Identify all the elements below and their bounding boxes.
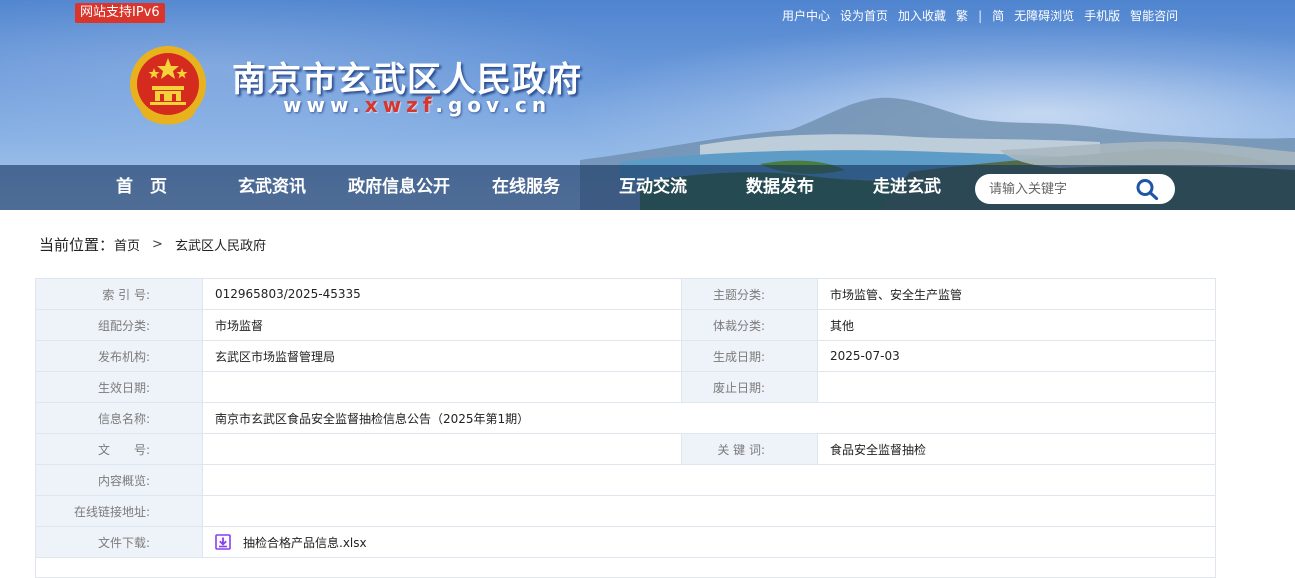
breadcrumb: 当前位置： 首页 > 玄武区人民政府 xyxy=(39,233,266,255)
traditional-chinese-link[interactable]: 繁 xyxy=(956,7,968,25)
created-date-label: 生成日期: xyxy=(681,340,818,372)
nav-item-data-release[interactable]: 数据发布 xyxy=(746,165,814,210)
table-row: 文 号: 关 键 词: 食品安全监督抽检 xyxy=(35,433,1216,465)
index-value: 012965803/2025-45335 xyxy=(202,278,682,310)
nav-item-about-xuanwu[interactable]: 走进玄武 xyxy=(873,165,941,210)
smart-consult-link[interactable]: 智能咨问 xyxy=(1130,7,1178,25)
info-table: 索 引 号: 012965803/2025-45335 主题分类: 市场监管、安… xyxy=(35,278,1216,578)
genre-label: 体裁分类: xyxy=(681,309,818,341)
topic-value: 市场监管、安全生产监管 xyxy=(817,278,1216,310)
group-value: 市场监督 xyxy=(202,309,682,341)
user-center-link[interactable]: 用户中心 xyxy=(782,7,830,25)
search-input[interactable] xyxy=(989,174,1139,204)
simplified-chinese-link[interactable]: 简 xyxy=(992,7,1004,25)
link-separator: | xyxy=(978,9,983,23)
expire-date-label: 废止日期: xyxy=(681,371,818,403)
ipv6-badge: 网站支持IPv6 xyxy=(75,3,165,23)
nav-item-news[interactable]: 玄武资讯 xyxy=(238,165,306,210)
publisher-value: 玄武区市场监督管理局 xyxy=(202,340,682,372)
breadcrumb-arrow-icon: > xyxy=(152,236,163,252)
table-row: 组配分类: 市场监督 体裁分类: 其他 xyxy=(35,309,1216,341)
nav-item-online-service[interactable]: 在线服务 xyxy=(492,165,560,210)
site-url: www.xwzf.gov.cn xyxy=(283,93,551,117)
doc-number-value xyxy=(202,433,682,465)
national-emblem-icon xyxy=(130,46,206,125)
nav-item-gov-info[interactable]: 政府信息公开 xyxy=(348,165,450,210)
keywords-value: 食品安全监督抽检 xyxy=(817,433,1216,465)
topic-label: 主题分类: xyxy=(681,278,818,310)
table-row: 索 引 号: 012965803/2025-45335 主题分类: 市场监管、安… xyxy=(35,278,1216,310)
summary-value xyxy=(202,464,1216,496)
publisher-label: 发布机构: xyxy=(35,340,203,372)
summary-label: 内容概览: xyxy=(35,464,203,496)
table-footer-cell xyxy=(35,557,1216,578)
breadcrumb-home-link[interactable]: 首页 xyxy=(114,235,140,254)
nav-item-interaction[interactable]: 互动交流 xyxy=(619,165,687,210)
online-link-label: 在线链接地址: xyxy=(35,495,203,527)
index-label: 索 引 号: xyxy=(35,278,203,310)
table-row: 发布机构: 玄武区市场监督管理局 生成日期: 2025-07-03 xyxy=(35,340,1216,372)
search-box xyxy=(975,174,1175,204)
table-row: 文件下载: 抽检合格产品信息.xlsx xyxy=(35,526,1216,558)
table-row: 在线链接地址: xyxy=(35,495,1216,527)
set-homepage-link[interactable]: 设为首页 xyxy=(840,7,888,25)
info-name-label: 信息名称: xyxy=(35,402,203,434)
accessibility-link[interactable]: 无障碍浏览 xyxy=(1014,7,1074,25)
download-icon[interactable] xyxy=(215,533,231,550)
nav-item-home[interactable]: 首 页 xyxy=(116,165,167,210)
group-label: 组配分类: xyxy=(35,309,203,341)
table-row: 内容概览: xyxy=(35,464,1216,496)
site-url-suffix: .gov.cn xyxy=(435,93,552,117)
download-file-link[interactable]: 抽检合格产品信息.xlsx xyxy=(243,536,367,550)
keywords-label: 关 键 词: xyxy=(681,433,818,465)
breadcrumb-current-link[interactable]: 玄武区人民政府 xyxy=(175,235,266,254)
table-row xyxy=(35,557,1216,578)
search-icon[interactable] xyxy=(1135,178,1159,200)
effective-date-label: 生效日期: xyxy=(35,371,203,403)
site-url-accent: xwzf xyxy=(364,93,436,117)
breadcrumb-label: 当前位置： xyxy=(39,235,115,254)
online-link-value xyxy=(202,495,1216,527)
expire-date-value xyxy=(817,371,1216,403)
info-name-value: 南京市玄武区食品安全监督抽检信息公告（2025年第1期） xyxy=(202,402,1216,434)
site-url-prefix: www. xyxy=(283,93,365,117)
created-date-value: 2025-07-03 xyxy=(817,340,1216,372)
mobile-version-link[interactable]: 手机版 xyxy=(1084,7,1120,25)
file-download-label: 文件下载: xyxy=(35,526,203,558)
top-links: 用户中心 设为首页 加入收藏 繁 | 简 无障碍浏览 手机版 智能咨问 xyxy=(782,7,1178,25)
add-favorite-link[interactable]: 加入收藏 xyxy=(898,7,946,25)
table-row: 生效日期: 废止日期: xyxy=(35,371,1216,403)
genre-value: 其他 xyxy=(817,309,1216,341)
effective-date-value xyxy=(202,371,682,403)
table-row: 信息名称: 南京市玄武区食品安全监督抽检信息公告（2025年第1期） xyxy=(35,402,1216,434)
doc-number-label: 文 号: xyxy=(35,433,203,465)
file-download-cell: 抽检合格产品信息.xlsx xyxy=(202,526,1216,558)
